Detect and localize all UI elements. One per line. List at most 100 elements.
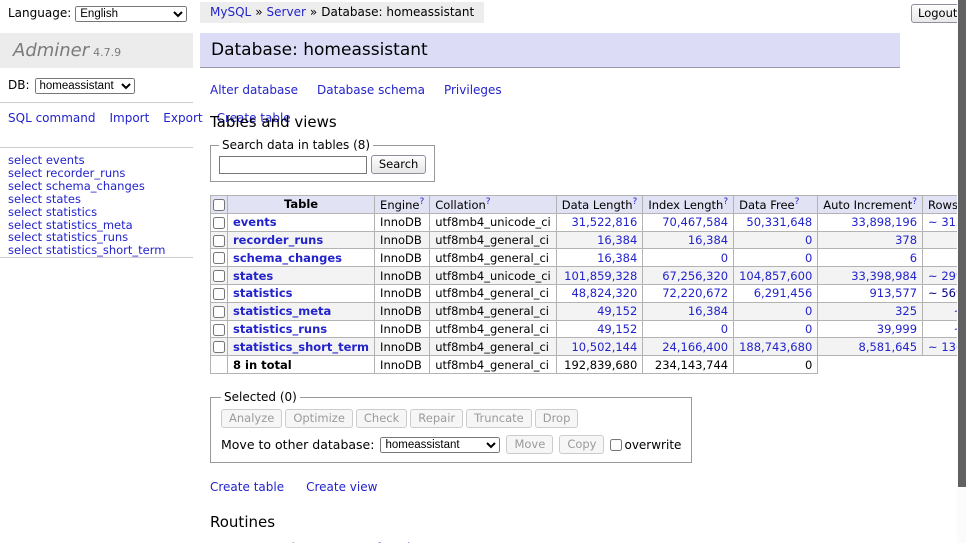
- select-all-cell: [211, 196, 228, 214]
- auto-increment-cell[interactable]: 39,999: [818, 320, 923, 338]
- row-checkbox[interactable]: [213, 217, 225, 229]
- data-free-cell[interactable]: 50,331,648: [734, 213, 818, 231]
- auto-increment-cell[interactable]: 33,898,196: [818, 213, 923, 231]
- sidebar-item-select-schema-changes[interactable]: select schema_changes: [8, 180, 193, 193]
- index-length-cell[interactable]: 0: [643, 249, 734, 267]
- data-length-cell[interactable]: 101,859,328: [556, 267, 643, 285]
- auto-increment-cell[interactable]: 378: [818, 231, 923, 249]
- sidebar-item-select-statistics[interactable]: select statistics: [8, 206, 193, 219]
- data-free-cell[interactable]: 0: [734, 320, 818, 338]
- table-row: statistics_meta InnoDB utf8mb4_general_c…: [211, 302, 966, 320]
- select-all-checkbox[interactable]: [213, 199, 225, 211]
- create-view-link[interactable]: Create view: [306, 480, 377, 494]
- data-free-cell[interactable]: 188,743,680: [734, 338, 818, 356]
- table-link[interactable]: states: [233, 269, 273, 283]
- index-length-cell[interactable]: 70,467,584: [643, 213, 734, 231]
- table-link[interactable]: statistics_short_term: [233, 340, 369, 354]
- data-free-cell[interactable]: 0: [734, 249, 818, 267]
- table-link[interactable]: recorder_runs: [233, 233, 323, 247]
- breadcrumb-server-link[interactable]: Server: [267, 5, 306, 19]
- privileges-link[interactable]: Privileges: [444, 83, 502, 97]
- analyze-button[interactable]: Analyze: [221, 409, 282, 428]
- search-input[interactable]: [219, 156, 367, 174]
- data-length-cell[interactable]: 16,384: [556, 249, 643, 267]
- table-row: statistics_short_term InnoDB utf8mb4_gen…: [211, 338, 966, 356]
- sidebar-link-export[interactable]: Export: [163, 111, 202, 125]
- row-checkbox[interactable]: [213, 235, 225, 247]
- auto-increment-cell[interactable]: 8,581,645: [818, 338, 923, 356]
- row-checkbox[interactable]: [213, 252, 225, 264]
- row-checkbox-cell: [211, 231, 228, 249]
- data-free-cell[interactable]: 104,857,600: [734, 267, 818, 285]
- collation-cell: utf8mb4_unicode_ci: [430, 267, 557, 285]
- data-free-cell[interactable]: 6,291,456: [734, 285, 818, 303]
- row-checkbox[interactable]: [213, 288, 225, 300]
- row-checkbox[interactable]: [213, 341, 225, 353]
- overwrite-checkbox[interactable]: [610, 439, 622, 451]
- move-button[interactable]: Move: [506, 435, 553, 454]
- table-link[interactable]: statistics_meta: [233, 304, 331, 318]
- search-button[interactable]: Search: [371, 155, 427, 174]
- repair-button[interactable]: Repair: [410, 409, 463, 428]
- sidebar-item-select-events[interactable]: select events: [8, 154, 193, 167]
- check-button[interactable]: Check: [356, 409, 407, 428]
- row-checkbox[interactable]: [213, 270, 225, 282]
- sidebar-item-select-recorder-runs[interactable]: select recorder_runs: [8, 167, 193, 180]
- auto-increment-cell[interactable]: 325: [818, 302, 923, 320]
- sidebar-link-import[interactable]: Import: [109, 111, 149, 125]
- help-icon[interactable]: ?: [419, 197, 424, 207]
- auto-increment-cell[interactable]: 33,398,984: [818, 267, 923, 285]
- table-row: schema_changes InnoDB utf8mb4_general_ci…: [211, 249, 966, 267]
- data-length-cell[interactable]: 16,384: [556, 231, 643, 249]
- row-checkbox-cell: [211, 302, 228, 320]
- data-free-cell[interactable]: 0: [734, 302, 818, 320]
- copy-button[interactable]: Copy: [559, 435, 604, 454]
- auto-increment-cell[interactable]: 6: [818, 249, 923, 267]
- row-checkbox[interactable]: [213, 306, 225, 318]
- total-index-length-cell: 234,143,744: [643, 356, 734, 374]
- collation-cell: utf8mb4_general_ci: [430, 249, 557, 267]
- table-link[interactable]: events: [233, 215, 277, 229]
- row-checkbox[interactable]: [213, 324, 225, 336]
- language-select[interactable]: English: [75, 6, 187, 22]
- data-length-cell[interactable]: 48,824,320: [556, 285, 643, 303]
- sidebar-item-select-statistics-short-term[interactable]: select statistics_short_term: [8, 244, 193, 257]
- breadcrumb-mysql-link[interactable]: MySQL: [210, 5, 251, 19]
- index-length-cell[interactable]: 24,166,400: [643, 338, 734, 356]
- table-link[interactable]: schema_changes: [233, 251, 342, 265]
- total-label-cell: 8 in total: [228, 356, 375, 374]
- index-length-cell[interactable]: 16,384: [643, 302, 734, 320]
- db-select[interactable]: homeassistant: [35, 78, 135, 94]
- help-icon[interactable]: ?: [723, 197, 728, 207]
- index-length-cell[interactable]: 67,256,320: [643, 267, 734, 285]
- truncate-button[interactable]: Truncate: [466, 409, 532, 428]
- language-label: Language:: [8, 6, 71, 20]
- data-length-cell[interactable]: 10,502,144: [556, 338, 643, 356]
- index-length-cell[interactable]: 72,220,672: [643, 285, 734, 303]
- help-icon[interactable]: ?: [795, 197, 800, 207]
- optimize-button[interactable]: Optimize: [285, 409, 353, 428]
- table-link[interactable]: statistics_runs: [233, 322, 327, 336]
- data-length-cell[interactable]: 31,522,816: [556, 213, 643, 231]
- data-length-cell[interactable]: 49,152: [556, 320, 643, 338]
- help-icon[interactable]: ?: [486, 197, 491, 207]
- scrollbar-thumb[interactable]: [958, 0, 966, 487]
- auto-increment-cell[interactable]: 913,577: [818, 285, 923, 303]
- sidebar-item-select-states[interactable]: select states: [8, 193, 193, 206]
- help-icon[interactable]: ?: [633, 197, 638, 207]
- data-free-cell[interactable]: 0: [734, 231, 818, 249]
- selected-fieldset: Selected (0) AnalyzeOptimizeCheckRepairT…: [210, 390, 692, 463]
- alter-database-link[interactable]: Alter database: [210, 83, 298, 97]
- create-table-link[interactable]: Create table: [210, 480, 284, 494]
- move-row: Move to other database: homeassistant Mo…: [221, 435, 681, 454]
- vertical-scrollbar[interactable]: [957, 0, 966, 543]
- database-schema-link[interactable]: Database schema: [317, 83, 425, 97]
- index-length-cell[interactable]: 16,384: [643, 231, 734, 249]
- move-database-select[interactable]: homeassistant: [380, 437, 500, 453]
- drop-button[interactable]: Drop: [535, 409, 579, 428]
- table-link[interactable]: statistics: [233, 286, 293, 300]
- sidebar-link-sql-command[interactable]: SQL command: [8, 111, 95, 125]
- index-length-cell[interactable]: 0: [643, 320, 734, 338]
- data-length-cell[interactable]: 49,152: [556, 302, 643, 320]
- help-icon[interactable]: ?: [912, 197, 917, 207]
